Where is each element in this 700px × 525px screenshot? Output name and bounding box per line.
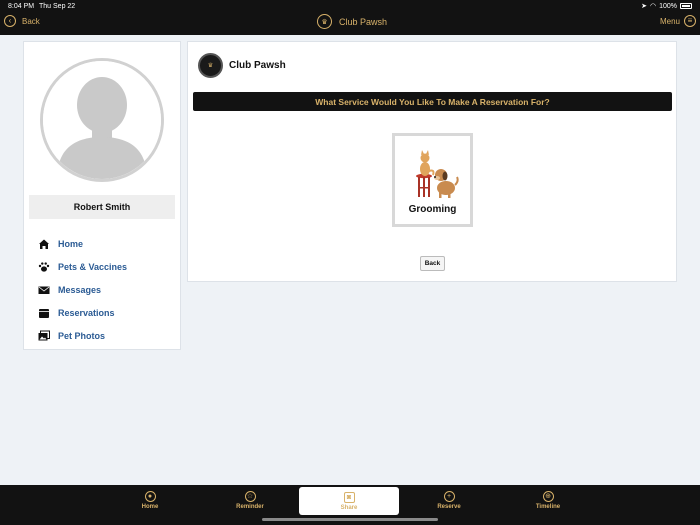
sidebar-item-reservations[interactable]: Reservations <box>38 301 127 324</box>
profile-card: Robert Smith Home Pets & Vaccines Messag… <box>23 41 181 350</box>
tab-label: Reminder <box>236 504 264 510</box>
service-question: What Service Would You Like To Make A Re… <box>193 92 672 111</box>
nav-title-text: Club Pawsh <box>339 16 388 27</box>
battery-icon <box>680 3 692 9</box>
sidebar-item-label: Pets & Vaccines <box>58 261 128 272</box>
sidebar-item-label: Home <box>58 238 84 249</box>
tab-share[interactable]: ◙ Share <box>299 487 399 515</box>
profile-name: Robert Smith <box>29 195 175 219</box>
club-logo: ♛ <box>198 53 223 78</box>
sidebar-item-label: Pet Photos <box>58 330 106 341</box>
sidebar-item-label: Reservations <box>58 307 115 318</box>
nav-back-button[interactable]: ‹ Back <box>4 15 40 27</box>
home-indicator <box>262 518 438 521</box>
tab-reserve[interactable]: + Reserve <box>399 485 499 516</box>
sidebar-item-pets-vaccines[interactable]: Pets & Vaccines <box>38 255 127 278</box>
nav-menu-button[interactable]: Menu ≡ <box>660 15 696 27</box>
club-name: Club Pawsh <box>229 60 286 71</box>
profile-menu: Home Pets & Vaccines Messages Reservatio… <box>38 232 127 347</box>
menu-icon: ≡ <box>684 15 696 27</box>
tab-label: Home <box>141 504 159 510</box>
calendar-icon <box>38 307 50 319</box>
sidebar-item-label: Messages <box>58 284 102 295</box>
tab-home[interactable]: ● Home <box>100 485 200 516</box>
battery-percent: 100% <box>659 2 677 10</box>
globe-icon: ⊕ <box>542 491 554 502</box>
tab-reminder[interactable]: ☆ Reminder <box>200 485 300 516</box>
status-time: 8:04 PM <box>8 3 35 10</box>
person-silhouette-icon <box>43 61 161 179</box>
cat-and-dog-icon <box>416 150 459 198</box>
photos-icon <box>38 330 50 342</box>
tab-timeline[interactable]: ⊕ Timeline <box>498 485 598 516</box>
club-logo-icon: ♛ <box>317 14 332 29</box>
status-indicators: ➤ ◠ 100% <box>641 2 692 10</box>
star-icon: ☆ <box>244 491 256 502</box>
avatar <box>40 58 164 182</box>
nav-menu-label: Menu <box>659 16 680 26</box>
reservation-card: ♛ Club Pawsh What Service Would You Like… <box>187 41 677 282</box>
tab-label: Reserve <box>437 504 461 510</box>
house-icon <box>38 238 50 250</box>
sidebar-item-home[interactable]: Home <box>38 232 127 255</box>
sidebar-item-messages[interactable]: Messages <box>38 278 127 301</box>
status-date: Thu Sep 22 <box>39 3 76 10</box>
nav-back-label: Back <box>22 16 40 26</box>
grooming-service-tile[interactable]: Grooming <box>392 133 473 227</box>
paw-icon <box>38 261 50 273</box>
wifi-icon: ◠ <box>649 3 657 10</box>
location-icon: ➤ <box>641 3 647 10</box>
plus-icon: + <box>443 491 455 502</box>
back-button[interactable]: Back <box>420 256 445 271</box>
top-bar: 8:04 PM Thu Sep 22 ➤ ◠ 100% ‹ Back ♛ Clu… <box>0 0 700 35</box>
chevron-left-icon: ‹ <box>4 15 16 27</box>
service-label: Grooming <box>408 204 457 215</box>
tab-label: Timeline <box>535 504 561 510</box>
sidebar-item-pet-photos[interactable]: Pet Photos <box>38 324 127 347</box>
camera-icon: ◙ <box>343 491 355 503</box>
user-icon: ● <box>144 491 156 502</box>
nav-title: ♛ Club Pawsh <box>317 14 387 29</box>
envelope-icon <box>38 284 50 296</box>
tab-label: Share <box>340 504 358 511</box>
